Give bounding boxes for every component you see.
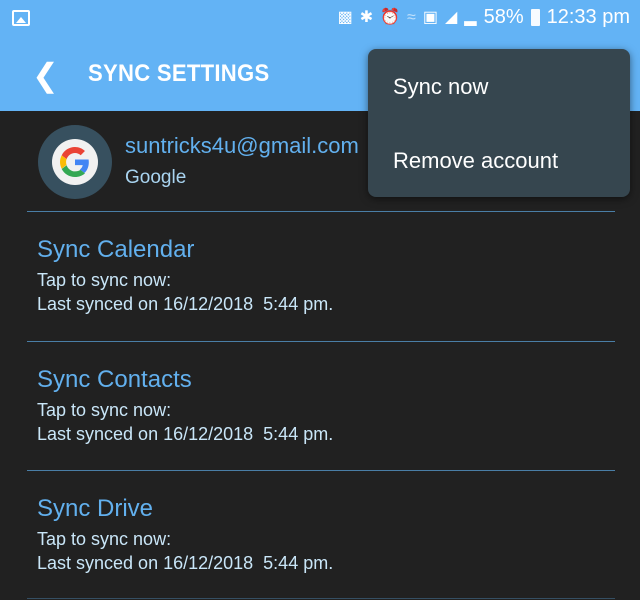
- menu-item-sync-now[interactable]: Sync now: [393, 74, 488, 100]
- status-bar: ▩ ✱ ⏰ ≈ ▣ ◢ ▂ 58% 12:33 pm: [0, 0, 640, 40]
- divider: [27, 341, 615, 342]
- avatar: [38, 125, 112, 199]
- clock: 12:33 pm: [546, 6, 630, 28]
- sync-calendar-item[interactable]: Sync Calendar Tap to sync now: Last sync…: [37, 236, 333, 316]
- alarm-icon: ⏰: [380, 8, 401, 26]
- account-provider: Google: [125, 167, 187, 188]
- sync-item-last-synced: Last synced on 16/12/2018 5:44 pm.: [37, 424, 334, 444]
- sync-item-hint: Tap to sync now:: [37, 529, 172, 549]
- google-icon: [52, 139, 98, 185]
- menu-item-remove-account[interactable]: Remove account: [393, 148, 558, 174]
- chevron-left-icon[interactable]: ❮: [32, 56, 59, 94]
- sync-item-last-synced: Last synced on 16/12/2018 5:44 pm.: [37, 553, 334, 573]
- divider: [27, 470, 615, 471]
- battery-percent: 58%: [483, 6, 524, 28]
- status-icons: ▩ ✱ ⏰ ≈ ▣ ◢ ▂ 58% 12:33 pm: [338, 6, 630, 29]
- sync-contacts-item[interactable]: Sync Contacts Tap to sync now: Last sync…: [37, 366, 333, 446]
- account-email: suntricks4u@gmail.com: [125, 133, 359, 158]
- sync-item-title: Sync Drive: [37, 495, 154, 522]
- sync-item-hint: Tap to sync now:: [37, 270, 172, 290]
- sync-item-hint: Tap to sync now:: [37, 400, 172, 420]
- nfc-icon: ▣: [422, 8, 438, 26]
- sync-item-title: Sync Calendar: [37, 236, 195, 263]
- page-title: SYNC SETTINGS: [88, 60, 270, 87]
- image-icon: [12, 10, 30, 26]
- wifi-icon: ≈: [407, 8, 416, 26]
- sync-item-title: Sync Contacts: [37, 366, 192, 393]
- battery-saver-icon: ▩: [337, 8, 353, 26]
- sync-item-last-synced: Last synced on 16/12/2018 5:44 pm.: [37, 294, 334, 314]
- sync-drive-item[interactable]: Sync Drive Tap to sync now: Last synced …: [37, 495, 333, 575]
- overflow-menu: Sync now Remove account: [368, 49, 630, 197]
- divider: [27, 211, 615, 212]
- signal-box-icon: ◢: [444, 8, 458, 26]
- divider: [27, 598, 615, 599]
- signal-icon: ▂: [464, 8, 477, 26]
- bluetooth-icon: ✱: [359, 8, 374, 26]
- battery-icon: [530, 9, 540, 26]
